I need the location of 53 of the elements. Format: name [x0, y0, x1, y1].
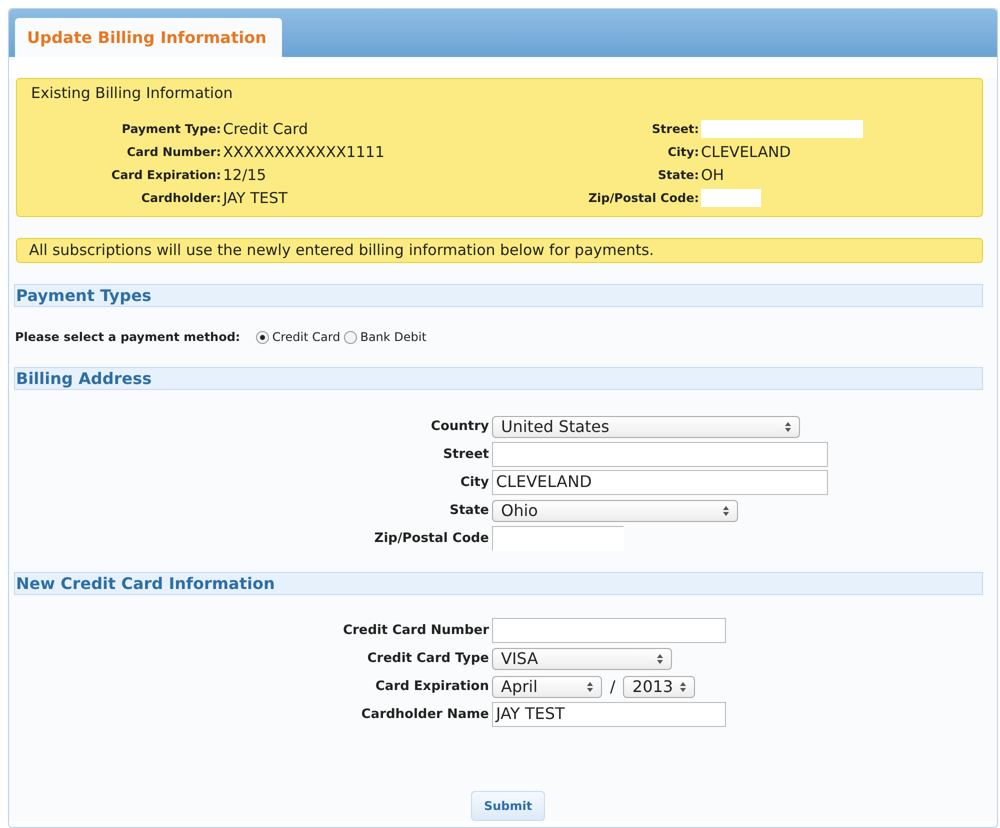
field-label: Street: [650, 122, 699, 136]
input-field[interactable]: JAY TEST [492, 702, 726, 727]
stepper-icon [587, 682, 593, 692]
field-value: JAY TEST [223, 188, 288, 206]
field-label: Credit Card Number [342, 623, 490, 638]
radio-option[interactable]: Credit Card [256, 330, 340, 344]
field-label: Cardholder Name [360, 707, 490, 722]
field-label: Card Number: [126, 144, 221, 158]
separator: / [610, 677, 616, 696]
year-dropdown[interactable]: 2013 [623, 676, 696, 698]
dropdown[interactable]: Ohio [492, 500, 738, 522]
field-label: Country [430, 419, 490, 434]
dropdown[interactable]: VISA [492, 648, 672, 670]
input-field[interactable] [492, 618, 726, 643]
stepper-icon [657, 654, 663, 664]
field-label: State [448, 503, 490, 518]
radio-label[interactable]: Bank Debit [360, 330, 426, 344]
input-field[interactable] [492, 442, 828, 467]
field-label: Zip/Postal Code [373, 531, 490, 546]
field-value: Credit Card [223, 120, 308, 138]
field-label: Cardholder: [140, 190, 221, 204]
field-label: Payment Type: [120, 122, 221, 136]
radio-icon[interactable] [344, 330, 358, 344]
field-label: Card Expiration: [110, 168, 221, 182]
section-header: New Credit Card Information [14, 572, 983, 595]
input-field[interactable] [492, 526, 624, 551]
radio-icon[interactable] [256, 330, 270, 344]
notice-banner: All subscriptions will use the newly entered billing information below for payments. [16, 238, 983, 263]
field-label: Card Expiration [374, 679, 490, 694]
radio-label[interactable]: Credit Card [272, 330, 340, 344]
field-label: City: [666, 144, 699, 158]
field-label: State: [656, 168, 699, 182]
stepper-icon [723, 506, 729, 516]
field-value: XXXXXXXXXXXX1111 [223, 142, 384, 160]
field-value: 12/15 [223, 166, 266, 184]
submit-button[interactable]: Submit [471, 791, 546, 821]
stepper-icon [785, 422, 791, 432]
field-label: City [459, 475, 490, 490]
field-label: Zip/Postal Code: [587, 190, 699, 204]
field-label: Credit Card Type [366, 651, 490, 666]
section-header: Billing Address [14, 367, 983, 390]
redacted-block [701, 188, 761, 206]
input-field[interactable]: CLEVELAND [492, 470, 828, 495]
dropdown[interactable]: United States [492, 416, 800, 438]
section-header: Payment Types [14, 284, 983, 307]
stepper-icon [680, 682, 686, 692]
field-value: OH [701, 166, 724, 184]
prompt-label: Please select a payment method: [15, 330, 240, 344]
field-value: CLEVELAND [701, 142, 791, 160]
radio-option[interactable]: Bank Debit [344, 330, 426, 344]
field-label: Street [442, 447, 490, 462]
month-dropdown[interactable]: April [492, 676, 602, 698]
panel-title: Existing Billing Information [30, 83, 234, 104]
